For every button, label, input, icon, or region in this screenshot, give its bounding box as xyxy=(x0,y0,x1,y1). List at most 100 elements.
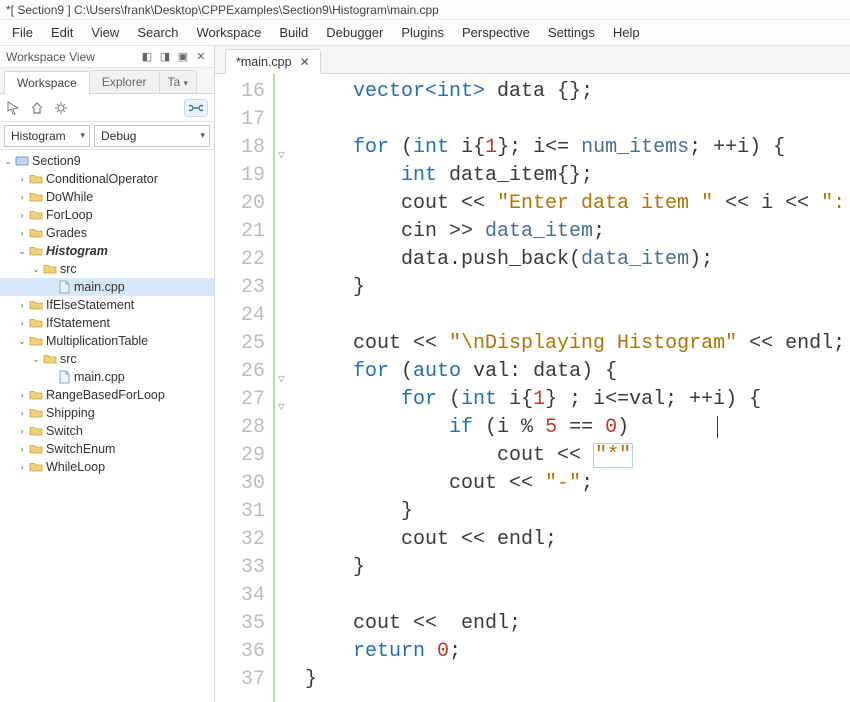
code-line[interactable]: cout << "Enter data item " << i << ": "; xyxy=(305,190,850,218)
chevron-right-icon[interactable]: › xyxy=(16,444,28,454)
project-dropdown[interactable]: Histogram▾ xyxy=(4,125,90,147)
menu-debugger[interactable]: Debugger xyxy=(318,22,391,43)
tree-folder[interactable]: ›Switch xyxy=(0,422,214,440)
dock-right-icon[interactable]: ◨ xyxy=(158,50,172,64)
tree-folder[interactable]: ›Shipping xyxy=(0,404,214,422)
tree-folder[interactable]: ›Grades xyxy=(0,224,214,242)
tree-folder[interactable]: ›ForLoop xyxy=(0,206,214,224)
tree-folder[interactable]: ⌄Histogram xyxy=(0,242,214,260)
home-icon[interactable] xyxy=(30,101,44,115)
menu-help[interactable]: Help xyxy=(605,22,648,43)
close-tab-icon[interactable]: ✕ xyxy=(300,55,310,69)
menu-settings[interactable]: Settings xyxy=(540,22,603,43)
code-line[interactable]: cout << "*" xyxy=(305,442,850,470)
editor-tab-main-cpp[interactable]: *main.cpp ✕ xyxy=(225,49,321,74)
fold-toggle-icon[interactable]: ▽ xyxy=(278,366,285,394)
gear-icon[interactable] xyxy=(54,101,68,115)
tree-item-label: src xyxy=(60,352,77,366)
tree-folder[interactable]: › WhileLoop xyxy=(0,458,214,476)
code-line[interactable]: data.push_back(data_item); xyxy=(305,246,850,274)
chevron-right-icon[interactable]: › xyxy=(16,318,28,328)
code-line[interactable]: } xyxy=(305,498,850,526)
tree-folder[interactable]: ⌄MultiplicationTable xyxy=(0,332,214,350)
fold-toggle-icon[interactable]: ▽ xyxy=(278,394,285,422)
code-line[interactable]: cout << "-"; xyxy=(305,470,850,498)
folder-icon xyxy=(28,460,44,474)
code-line[interactable]: vector<int> data {}; xyxy=(305,78,850,106)
cursor-icon[interactable] xyxy=(6,101,20,115)
line-number: 31 xyxy=(215,498,265,526)
workspace-tab-explorer[interactable]: Explorer xyxy=(89,70,160,93)
chevron-right-icon[interactable]: › xyxy=(16,192,28,202)
code-line[interactable]: if (i % 5 == 0) xyxy=(305,414,850,442)
fold-column[interactable]: ▽▽▽ xyxy=(275,74,295,702)
code-line[interactable] xyxy=(305,106,850,134)
code-line[interactable]: cin >> data_item; xyxy=(305,218,850,246)
code-line[interactable] xyxy=(305,302,850,330)
tree-file[interactable]: main.cpp xyxy=(0,278,214,296)
code-line[interactable]: } xyxy=(305,274,850,302)
code-editor[interactable]: 1617181920212223242526272829303132333435… xyxy=(215,74,850,702)
folder-icon xyxy=(28,442,44,456)
folder-icon xyxy=(42,352,58,366)
chevron-down-icon[interactable]: ⌄ xyxy=(30,354,42,365)
code-line[interactable]: for (int i{1} ; i<=val; ++i) { xyxy=(305,386,850,414)
workspace-tab-workspace[interactable]: Workspace xyxy=(4,71,90,94)
code-line[interactable]: } xyxy=(305,666,850,694)
workspace-tab-more[interactable]: Ta ▾ xyxy=(159,70,198,93)
code-line[interactable]: cout << "\nDisplaying Histogram" << endl… xyxy=(305,330,850,358)
menu-view[interactable]: View xyxy=(83,22,127,43)
tree-folder[interactable]: ›ConditionalOperator xyxy=(0,170,214,188)
line-number: 16 xyxy=(215,78,265,106)
menu-search[interactable]: Search xyxy=(129,22,186,43)
code-line[interactable]: cout << endl; xyxy=(305,526,850,554)
dock-left-icon[interactable]: ◧ xyxy=(140,50,154,64)
tree-folder[interactable]: ›DoWhile xyxy=(0,188,214,206)
code-line[interactable]: cout << endl; xyxy=(305,610,850,638)
chevron-right-icon[interactable]: › xyxy=(16,228,28,238)
chevron-right-icon[interactable]: › xyxy=(16,174,28,184)
tree-folder[interactable]: ›SwitchEnum xyxy=(0,440,214,458)
menu-workspace[interactable]: Workspace xyxy=(189,22,270,43)
chevron-right-icon[interactable]: › xyxy=(16,300,28,310)
code-line[interactable] xyxy=(305,582,850,610)
menu-file[interactable]: File xyxy=(4,22,41,43)
chevron-down-icon[interactable]: ⌄ xyxy=(30,264,42,275)
tree-folder[interactable]: ⌄src xyxy=(0,260,214,278)
menu-plugins[interactable]: Plugins xyxy=(393,22,452,43)
code-line[interactable]: int data_item{}; xyxy=(305,162,850,190)
menu-perspective[interactable]: Perspective xyxy=(454,22,538,43)
folder-icon xyxy=(28,208,44,222)
chevron-right-icon[interactable]: › xyxy=(16,462,28,472)
tree-item-label: main.cpp xyxy=(74,280,125,294)
tree-folder[interactable]: ›IfStatement xyxy=(0,314,214,332)
chevron-right-icon[interactable]: › xyxy=(16,210,28,220)
tree-folder[interactable]: ›RangeBasedForLoop xyxy=(0,386,214,404)
folder-icon xyxy=(28,298,44,312)
menu-build[interactable]: Build xyxy=(271,22,316,43)
tree-file[interactable]: main.cpp xyxy=(0,368,214,386)
code-line[interactable]: for (int i{1}; i<= num_items; ++i) { xyxy=(305,134,850,162)
config-dropdown[interactable]: Debug▾ xyxy=(94,125,210,147)
tree-workspace-root[interactable]: ⌄Section9 xyxy=(0,152,214,170)
chevron-right-icon[interactable]: › xyxy=(16,426,28,436)
chevron-right-icon[interactable]: › xyxy=(16,408,28,418)
code-line[interactable]: return 0; xyxy=(305,638,850,666)
menu-edit[interactable]: Edit xyxy=(43,22,81,43)
close-pane-icon[interactable]: ✕ xyxy=(194,50,208,64)
chevron-right-icon[interactable]: › xyxy=(16,390,28,400)
chevron-down-icon[interactable]: ⌄ xyxy=(16,246,28,257)
code-line[interactable]: for (auto val: data) { xyxy=(305,358,850,386)
code-line[interactable]: } xyxy=(305,554,850,582)
file-tree[interactable]: ⌄Section9›ConditionalOperator›DoWhile›Fo… xyxy=(0,150,214,702)
tree-item-label: WhileLoop xyxy=(46,460,105,474)
tree-folder[interactable]: › IfElseStatement xyxy=(0,296,214,314)
chevron-down-icon[interactable]: ⌄ xyxy=(16,336,28,347)
fold-toggle-icon[interactable]: ▽ xyxy=(278,142,285,170)
tree-item-label: IfElseStatement xyxy=(46,298,134,312)
tree-folder[interactable]: ⌄ src xyxy=(0,350,214,368)
chevron-down-icon[interactable]: ⌄ xyxy=(2,156,14,167)
code-content[interactable]: vector<int> data {}; for (int i{1}; i<= … xyxy=(295,74,850,702)
collapse-pane-icon[interactable]: ▣ xyxy=(176,50,190,64)
link-editor-icon[interactable] xyxy=(184,99,208,117)
